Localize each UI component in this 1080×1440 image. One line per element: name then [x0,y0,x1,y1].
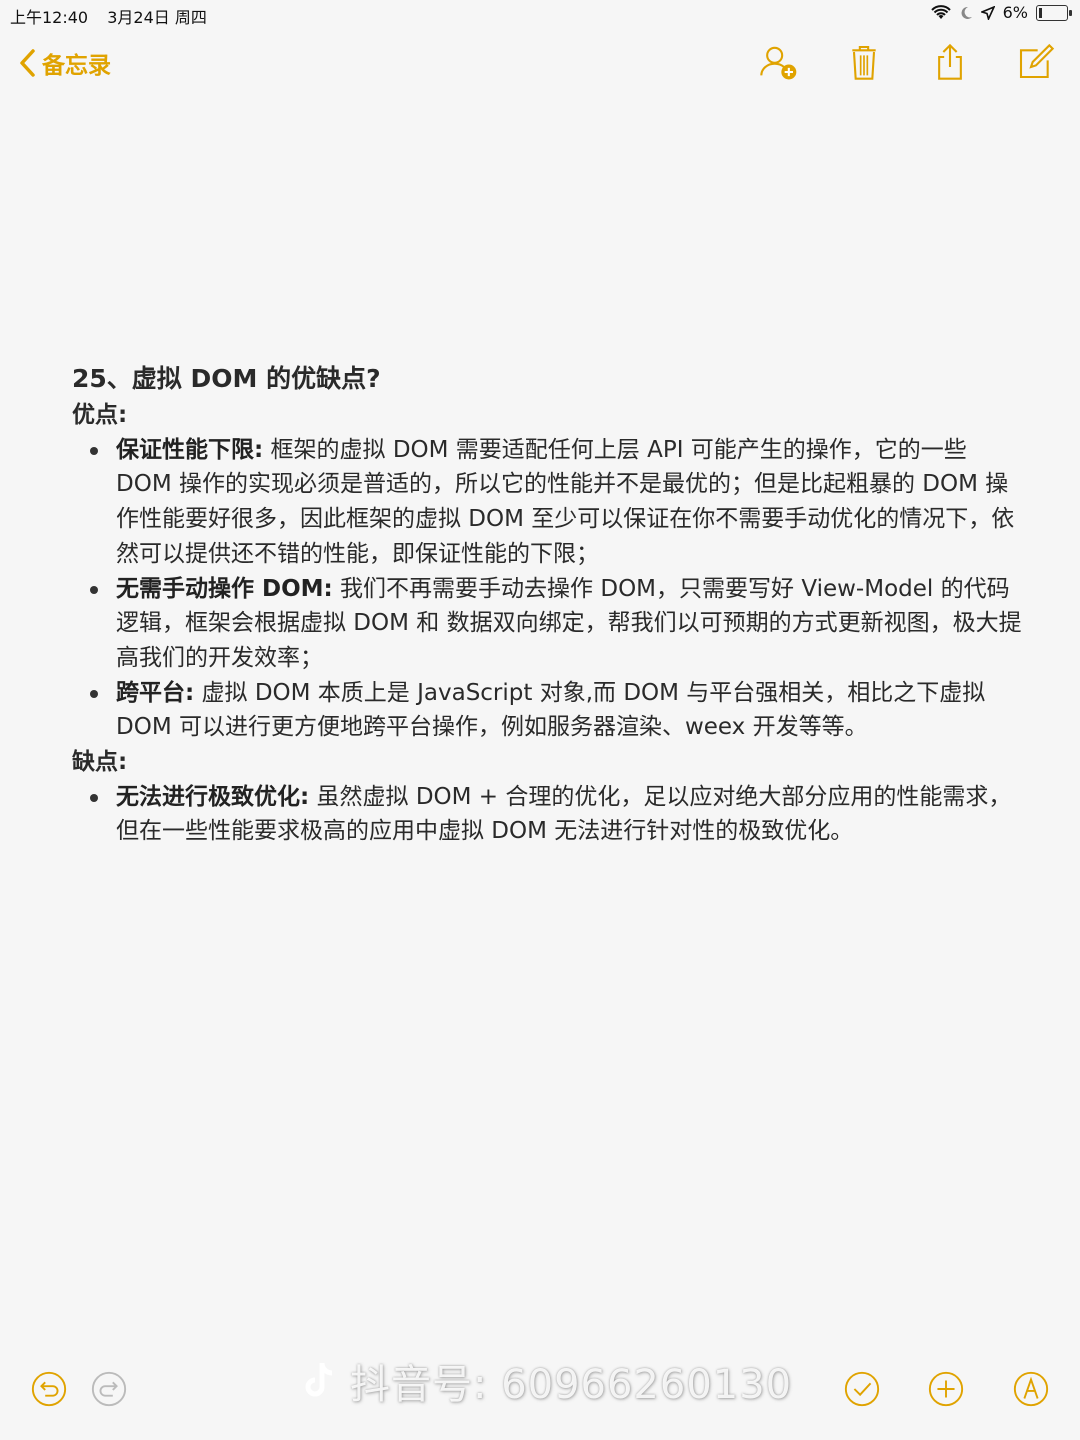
list-item: 跨平台: 虚拟 DOM 本质上是 JavaScript 对象,而 DOM 与平台… [90,676,1022,745]
status-time: 上午12:40 [10,8,89,27]
pros-list: 保证性能下限: 框架的虚拟 DOM 需要适配任何上层 API 可能产生的操作，它… [72,433,1022,745]
cons-label: 缺点: [72,749,128,776]
cons-list: 无法进行极致优化: 虽然虚拟 DOM + 合理的优化，足以应对绝大部分应用的性能… [72,780,1022,849]
note-body[interactable]: 25、虚拟 DOM 的优缺点? 优点: 保证性能下限: 框架的虚拟 DOM 需要… [72,360,1022,849]
list-item: 无需手动操作 DOM: 我们不再需要手动去操作 DOM，只需要写好 View-M… [90,572,1022,676]
note-title: 25、虚拟 DOM 的优缺点? [72,364,381,393]
bottom-toolbar: 抖音号: 60966260130 [0,1360,1080,1440]
add-icon[interactable] [927,1370,965,1408]
undo-icon[interactable] [30,1370,68,1408]
compose-icon[interactable] [1016,42,1056,82]
battery-icon [1036,4,1072,21]
watermark-text: 抖音号: 60966260130 [350,1362,793,1408]
bullet-term: 无需手动操作 DOM: [116,575,333,602]
checklist-icon[interactable] [843,1370,881,1408]
back-button[interactable]: 备忘录 [18,46,111,80]
list-item: 无法进行极致优化: 虽然虚拟 DOM + 合理的优化，足以应对绝大部分应用的性能… [90,780,1022,849]
nav-bar: 备忘录 [0,36,1080,96]
wifi-icon [930,4,951,19]
bullet-term: 无法进行极致优化: [116,783,310,810]
pros-label: 优点: [72,402,128,428]
bullet-text: 虚拟 DOM 本质上是 JavaScript 对象,而 DOM 与平台强相关，相… [116,679,986,741]
markup-icon[interactable] [1012,1370,1050,1408]
chevron-left-icon [20,49,35,77]
trash-icon[interactable] [844,42,884,82]
douyin-logo-icon [305,1362,333,1397]
bullet-term: 跨平台: [116,679,195,706]
redo-icon[interactable] [90,1370,128,1408]
location-icon [980,5,995,20]
status-date: 3月24日 周四 [107,8,207,27]
bullet-term: 保证性能下限: [116,436,264,463]
moon-icon [961,6,972,19]
share-icon[interactable] [930,42,970,82]
battery-percent: 6% [1002,3,1028,22]
douyin-watermark: 抖音号: 60966260130 [300,1352,792,1410]
back-button-label: 备忘录 [42,53,111,79]
add-person-icon[interactable] [758,42,798,82]
list-item: 保证性能下限: 框架的虚拟 DOM 需要适配任何上层 API 可能产生的操作，它… [90,433,1022,572]
status-bar: 上午12:40 3月24日 周四 6% [0,0,1080,28]
